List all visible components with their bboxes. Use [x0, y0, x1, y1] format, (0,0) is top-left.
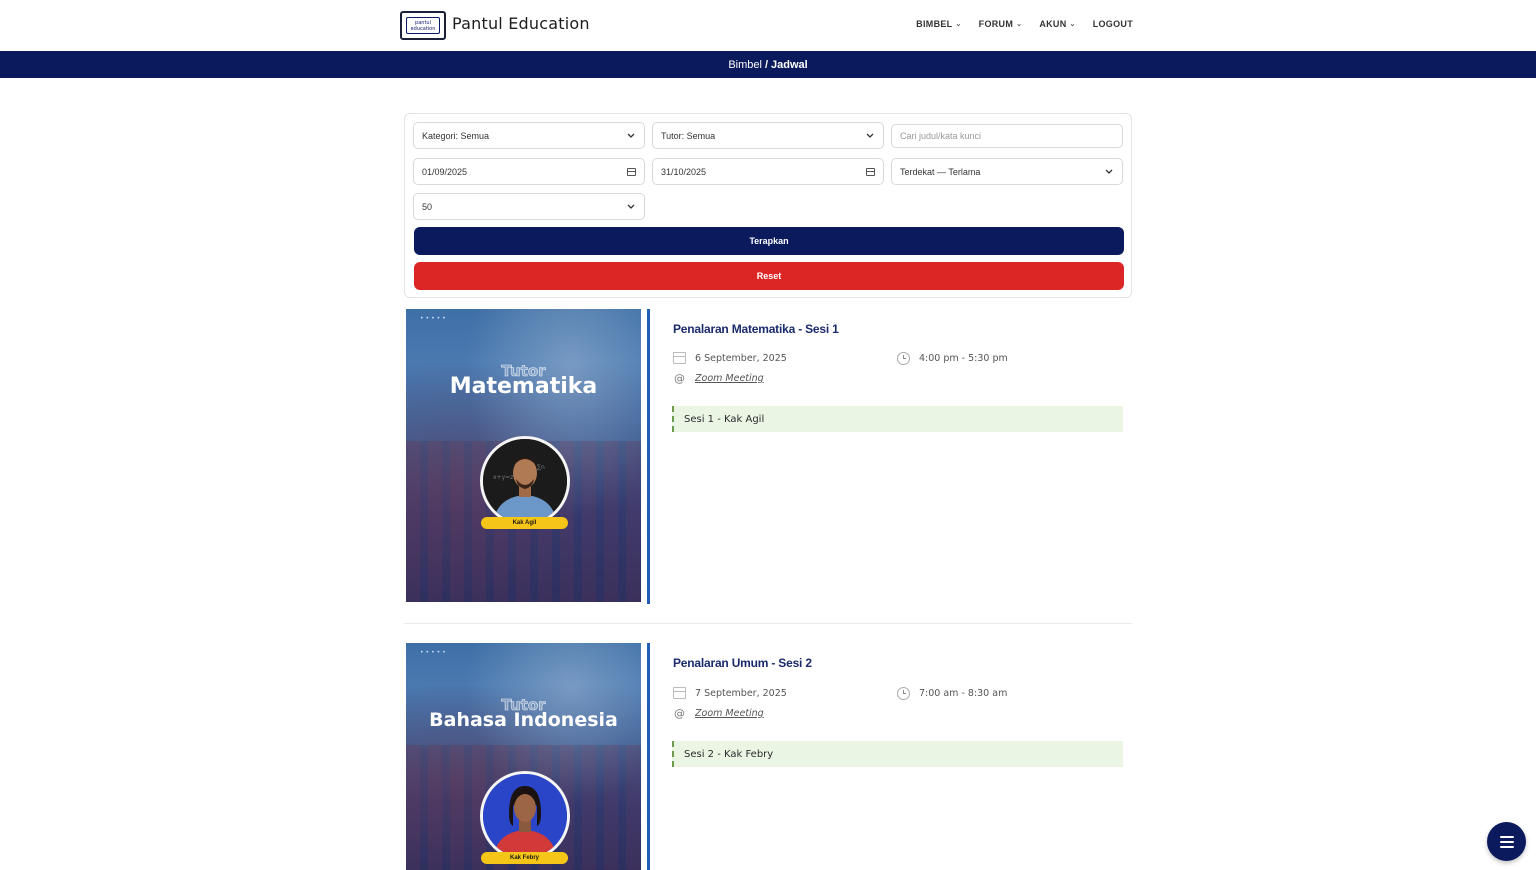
event-date: 6 September, 2025 [673, 352, 787, 364]
event-title[interactable]: Penalaran Umum - Sesi 2 [673, 656, 812, 670]
poster-dots: ••••• [420, 649, 448, 656]
poster-subject: Matematika [449, 374, 598, 399]
chevron-down-icon [626, 131, 636, 141]
poster-dots: ••••• [420, 315, 448, 322]
at-icon: @ [674, 707, 685, 720]
event-time-text: 7:00 am - 8:30 am [919, 688, 1008, 699]
chevron-down-icon [865, 131, 875, 141]
kategori-select[interactable]: Kategori: Semua [413, 122, 645, 149]
card-divider [404, 623, 1132, 624]
nav-bimbel[interactable]: BIMBEL ⌄ [916, 19, 961, 29]
apply-button[interactable]: Terapkan [414, 227, 1124, 255]
poster-tutor-name: Kak Febry [481, 852, 568, 864]
hamburger-icon-line [1499, 835, 1514, 838]
event-location: @ Zoom Meeting [673, 707, 764, 720]
breadcrumb: Bimbel / Jadwal [0, 51, 1536, 78]
event-date-text: 7 September, 2025 [695, 687, 787, 699]
event-time-text: 4:00 pm - 5:30 pm [919, 353, 1008, 364]
person-icon: x+y=z ∑n [483, 439, 567, 523]
nav-forum-label: FORUM [978, 19, 1014, 29]
at-icon: @ [674, 372, 685, 385]
clock-icon [897, 352, 910, 365]
poster-subject: Bahasa Indonesia [429, 709, 618, 731]
event-location: @ Zoom Meeting [673, 372, 764, 385]
person-icon [483, 774, 567, 858]
tutor-value: Tutor: Semua [661, 130, 716, 141]
sort-value: Terdekat — Terlama [900, 166, 981, 177]
card-accent-line [647, 309, 650, 604]
search-input[interactable]: Cari judul/kata kunci [891, 124, 1123, 148]
sort-select[interactable]: Terdekat — Terlama [891, 158, 1123, 185]
chevron-down-icon: ⌄ [1069, 21, 1076, 28]
nav-akun[interactable]: AKUN ⌄ [1039, 19, 1075, 29]
event-title[interactable]: Penalaran Matematika - Sesi 1 [673, 322, 839, 336]
search-placeholder: Cari judul/kata kunci [900, 131, 982, 141]
menu-fab-button[interactable] [1487, 822, 1526, 861]
zoom-link[interactable]: Zoom Meeting [695, 373, 764, 384]
nav-akun-label: AKUN [1039, 19, 1067, 29]
calendar-icon[interactable] [627, 167, 636, 176]
card-accent-line [647, 643, 650, 870]
zoom-link[interactable]: Zoom Meeting [695, 708, 764, 719]
logo-line-2: education [410, 26, 436, 32]
chevron-down-icon [626, 202, 636, 212]
nav-logout-label: LOGOUT [1092, 19, 1133, 29]
event-time: 4:00 pm - 5:30 pm [897, 352, 1008, 365]
hamburger-icon-line [1499, 845, 1514, 848]
date-from-value: 01/09/2025 [422, 166, 468, 177]
date-to-value: 31/10/2025 [661, 166, 707, 177]
event-card: ••••• Tutor Bahasa Indonesia Kak Febry P… [404, 643, 1132, 870]
event-time: 7:00 am - 8:30 am [897, 687, 1007, 700]
clock-icon [897, 687, 910, 700]
poster-tutor-name: Kak Agil [481, 517, 568, 529]
event-card: ••••• Tutor Matematika x+y=z ∑n Kak Agil… [404, 309, 1132, 609]
event-poster[interactable]: ••••• Tutor Bahasa Indonesia Kak Febry [406, 643, 641, 870]
tutor-avatar: x+y=z ∑n [480, 436, 570, 526]
nav-bimbel-label: BIMBEL [916, 19, 953, 29]
kategori-value: Kategori: Semua [422, 130, 490, 141]
session-badge: Sesi 2 - Kak Febry [672, 741, 1123, 767]
date-from-input[interactable]: 01/09/2025 [413, 158, 645, 185]
reset-button[interactable]: Reset [414, 262, 1124, 290]
per-page-select[interactable]: 50 [413, 193, 645, 220]
main-nav: BIMBEL ⌄ FORUM ⌄ AKUN ⌄ LOGOUT [916, 19, 1133, 29]
svg-text:∑n: ∑n [537, 464, 545, 471]
date-to-input[interactable]: 31/10/2025 [652, 158, 884, 185]
nav-logout[interactable]: LOGOUT [1093, 19, 1133, 29]
per-page-value: 50 [422, 201, 433, 212]
tutor-select[interactable]: Tutor: Semua [652, 122, 884, 149]
breadcrumb-parent[interactable]: Bimbel [728, 59, 762, 71]
logo-mark: pantul education [406, 17, 440, 34]
event-date-text: 6 September, 2025 [695, 352, 787, 364]
svg-text:x+y=z: x+y=z [493, 474, 513, 481]
chevron-down-icon [1104, 167, 1114, 177]
session-badge: Sesi 1 - Kak Agil [672, 406, 1123, 432]
logo[interactable]: pantul education [400, 11, 446, 40]
calendar-icon [673, 352, 686, 364]
chevron-down-icon: ⌄ [955, 21, 962, 28]
filter-panel: Kategori: Semua Tutor: Semua Cari judul/… [404, 113, 1132, 298]
top-navbar: pantul education Pantul Education BIMBEL… [0, 0, 1536, 51]
calendar-icon[interactable] [866, 167, 875, 176]
chevron-down-icon: ⌄ [1016, 21, 1023, 28]
breadcrumb-current: Jadwal [771, 58, 808, 71]
brand-name[interactable]: Pantul Education [452, 14, 590, 33]
event-poster[interactable]: ••••• Tutor Matematika x+y=z ∑n Kak Agil [406, 309, 641, 602]
tutor-avatar [480, 771, 570, 861]
breadcrumb-separator: / [764, 58, 768, 71]
event-date: 7 September, 2025 [673, 687, 787, 699]
nav-forum[interactable]: FORUM ⌄ [979, 19, 1023, 29]
calendar-icon [673, 687, 686, 699]
hamburger-icon-line [1499, 840, 1514, 843]
